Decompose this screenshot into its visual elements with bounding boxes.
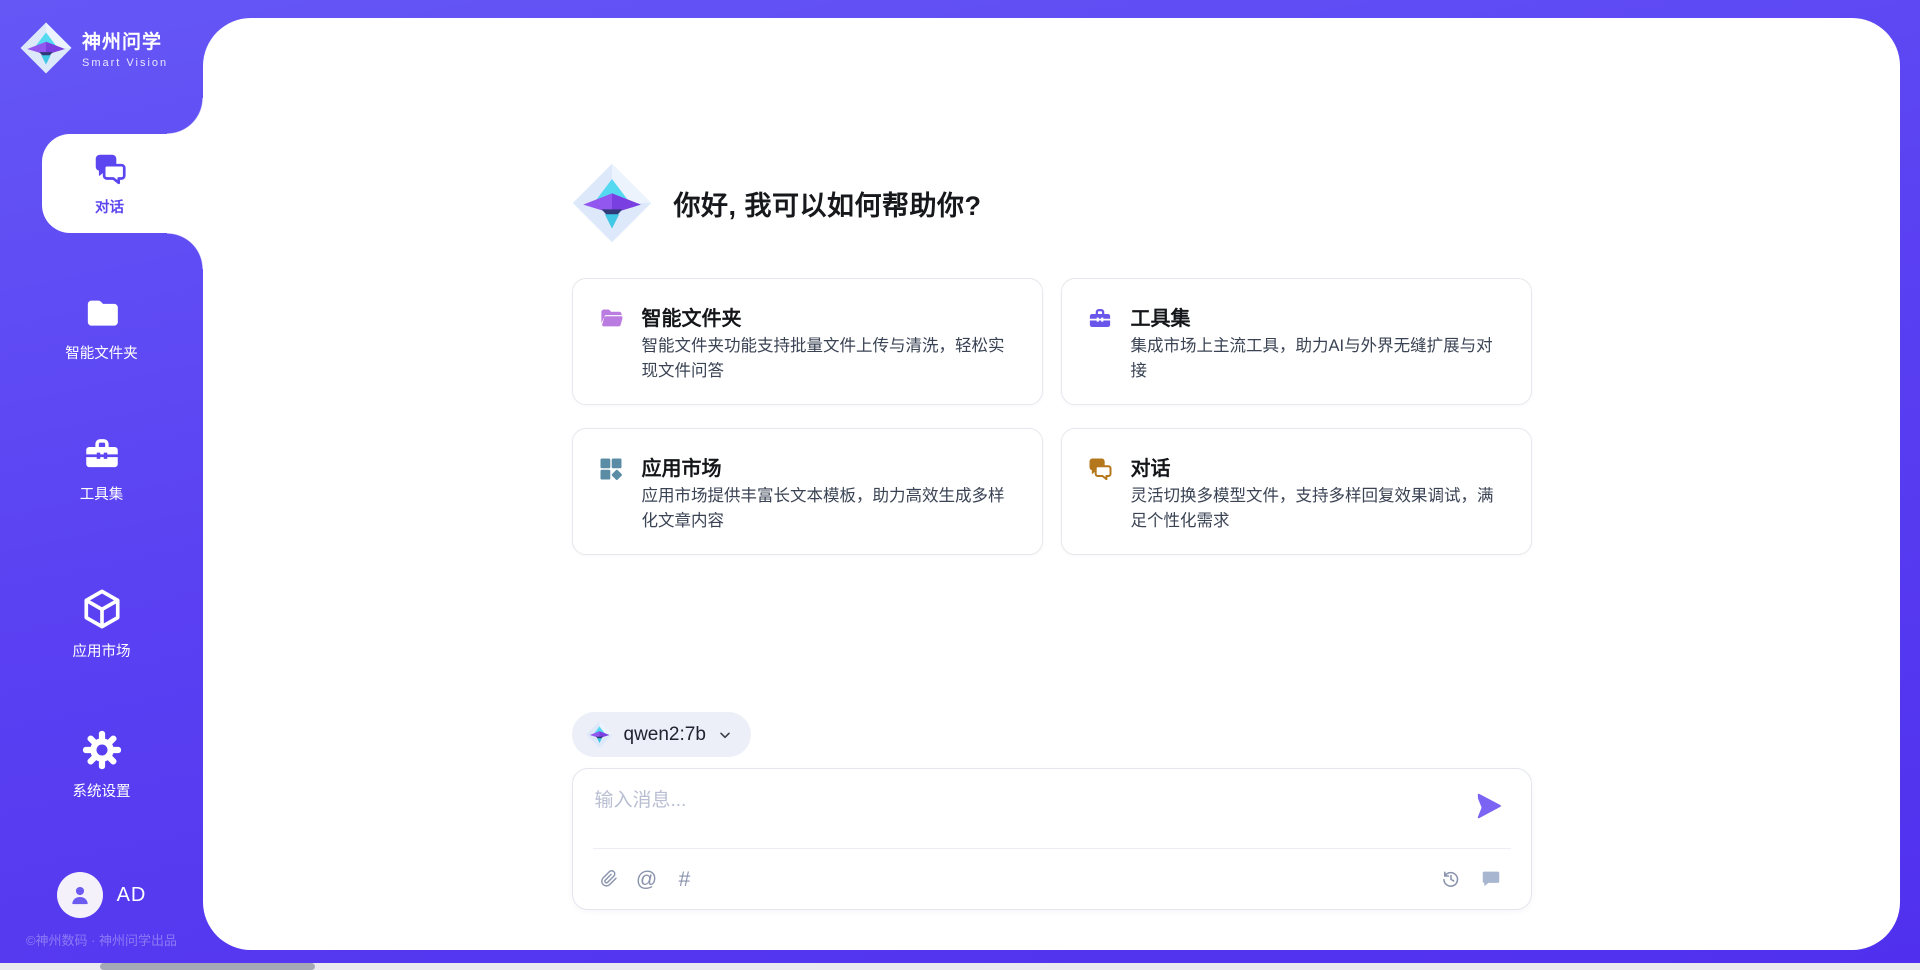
sidebar-item-chat[interactable]: 对话 <box>42 134 203 233</box>
card-description: 灵活切换多模型文件，支持多样回复效果调试，满足个性化需求 <box>1131 484 1503 534</box>
chevron-down-icon <box>717 727 733 743</box>
sidebar-item-label: 工具集 <box>80 483 124 504</box>
feature-cards: 智能文件夹 智能文件夹功能支持批量文件上传与清洗，轻松实现文件问答 工具集 集成… <box>572 278 1532 555</box>
user-name: AD <box>117 884 147 907</box>
horizontal-scrollbar[interactable] <box>0 963 1920 970</box>
scrollbar-thumb[interactable] <box>100 963 315 970</box>
main-panel: 你好, 我可以如何帮助你? 智能文件夹 智能文件夹功能支持批量文件上传与清洗，轻… <box>203 18 1900 950</box>
hashtag-icon: # <box>679 869 691 890</box>
sidebar-item-smart-folder[interactable]: 智能文件夹 <box>0 294 203 363</box>
app-subtitle: Smart Vision <box>82 57 168 69</box>
composer-toolbar: @ # <box>595 861 1505 897</box>
copyright-text: ©神州数码 · 神州问学出品 <box>0 930 203 949</box>
sidebar-item-label: 智能文件夹 <box>65 342 138 363</box>
brand-diamond-icon <box>20 22 72 74</box>
card-smart-folder[interactable]: 智能文件夹 智能文件夹功能支持批量文件上传与清洗，轻松实现文件问答 <box>572 278 1043 405</box>
card-title: 智能文件夹 <box>642 302 742 331</box>
sidebar-item-toolset[interactable]: 工具集 <box>0 433 203 504</box>
message-input[interactable] <box>595 785 1455 843</box>
greeting-title: 你好, 我可以如何帮助你? <box>674 184 982 223</box>
history-icon <box>1440 868 1462 890</box>
user-account[interactable]: AD <box>0 872 203 918</box>
send-icon <box>1474 791 1504 821</box>
card-title: 对话 <box>1131 452 1171 481</box>
person-icon <box>66 881 94 909</box>
gear-icon <box>80 728 124 772</box>
card-description: 应用市场提供丰富长文本模板，助力高效生成多样化文章内容 <box>642 484 1014 534</box>
chat-bubbles-icon <box>91 150 129 188</box>
sidebar-item-label: 应用市场 <box>73 640 131 661</box>
model-selector[interactable]: qwen2:7b <box>572 712 751 757</box>
folder-open-icon <box>597 305 626 332</box>
sidebar-item-settings[interactable]: 系统设置 <box>0 728 203 801</box>
paperclip-icon <box>599 868 619 890</box>
cube-icon <box>79 586 125 632</box>
sidebar-item-label: 系统设置 <box>73 780 131 801</box>
model-diamond-icon <box>586 721 613 748</box>
message-composer: @ # <box>572 768 1532 910</box>
history-button[interactable] <box>1437 865 1465 893</box>
mention-button[interactable]: @ <box>633 865 661 893</box>
app-title: 神州问学 <box>82 27 168 54</box>
card-description: 智能文件夹功能支持批量文件上传与清洗，轻松实现文件问答 <box>642 334 1014 384</box>
sidebar-item-app-market[interactable]: 应用市场 <box>0 586 203 661</box>
comment-icon <box>1480 868 1502 890</box>
at-sign-icon: @ <box>636 869 657 890</box>
card-app-market[interactable]: 应用市场 应用市场提供丰富长文本模板，助力高效生成多样化文章内容 <box>572 428 1043 555</box>
grid-icon <box>597 455 625 483</box>
assistant-diamond-icon <box>572 163 652 243</box>
chat-bubbles-icon <box>1086 455 1114 483</box>
comment-button[interactable] <box>1477 865 1505 893</box>
hashtag-button[interactable]: # <box>671 865 699 893</box>
avatar <box>57 872 103 918</box>
folder-icon <box>81 294 123 334</box>
card-title: 工具集 <box>1131 302 1191 331</box>
attach-file-button[interactable] <box>595 865 623 893</box>
model-name: qwen2:7b <box>624 724 706 746</box>
brand-logo: 神州问学 Smart Vision <box>20 22 168 74</box>
card-description: 集成市场上主流工具，助力AI与外界无缝扩展与对接 <box>1131 334 1503 384</box>
toolbox-icon <box>80 433 124 475</box>
card-chat[interactable]: 对话 灵活切换多模型文件，支持多样回复效果调试，满足个性化需求 <box>1061 428 1532 555</box>
composer-divider <box>593 848 1511 849</box>
sidebar-item-label: 对话 <box>95 196 124 217</box>
card-toolset[interactable]: 工具集 集成市场上主流工具，助力AI与外界无缝扩展与对接 <box>1061 278 1532 405</box>
toolbox-icon <box>1086 305 1114 332</box>
send-button[interactable] <box>1473 791 1505 823</box>
sidebar: 神州问学 Smart Vision 对话 智能文件夹 工具集 <box>0 0 203 970</box>
card-title: 应用市场 <box>642 452 722 481</box>
greeting-block: 你好, 我可以如何帮助你? <box>572 163 1532 243</box>
